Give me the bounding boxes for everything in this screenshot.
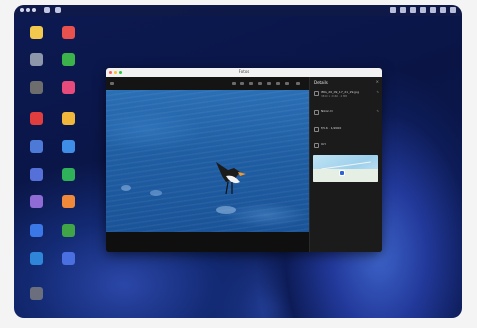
- location-map[interactable]: [313, 155, 378, 182]
- window-title: Fotos: [238, 69, 250, 74]
- status-icon[interactable]: [440, 7, 446, 13]
- desktop-app-icon[interactable]: [30, 252, 43, 265]
- desktop-app-icon[interactable]: [62, 224, 75, 237]
- desktop-app-icon[interactable]: [30, 26, 43, 39]
- location-label: Ort: [321, 142, 326, 146]
- desktop-app-icon[interactable]: [30, 140, 43, 153]
- desktop-app-icon[interactable]: [62, 112, 75, 125]
- desktop-app-icon[interactable]: [62, 81, 75, 94]
- edit-camera-icon[interactable]: ✎: [376, 109, 379, 113]
- bird-icon: [216, 162, 246, 195]
- map-pin-icon: [339, 170, 345, 176]
- details-panel: Details × IMG_20_09_17_21_29.jpg 3840 × …: [309, 77, 382, 252]
- status-icon[interactable]: [450, 7, 456, 13]
- status-icon[interactable]: [400, 7, 406, 13]
- status-icon[interactable]: [390, 7, 396, 13]
- window-controls: [20, 8, 36, 12]
- desktop-app-icon[interactable]: [62, 53, 75, 66]
- zoom-icon[interactable]: [249, 82, 253, 85]
- desktop-app-icon[interactable]: [62, 26, 75, 39]
- viewer-toolbar: [106, 77, 309, 90]
- menu-bar: [14, 5, 462, 16]
- map-land: [313, 169, 378, 182]
- camera-model: Nikon D: [321, 109, 333, 113]
- status-icon[interactable]: [430, 7, 436, 13]
- favorite-icon[interactable]: [267, 82, 271, 85]
- camera-icon: [314, 110, 319, 115]
- back-icon[interactable]: [110, 82, 114, 85]
- desktop-app-icon[interactable]: [62, 252, 75, 265]
- close-icon[interactable]: ×: [376, 79, 379, 84]
- desktop-app-icon[interactable]: [62, 140, 75, 153]
- image-icon: [314, 91, 319, 96]
- file-meta: 3840 × 2160 · 4 MB: [321, 95, 347, 98]
- desktop-screen: Fotos Details × IMG_20_09_17_21_29.jpg 3…: [14, 5, 462, 318]
- desktop-app-icon[interactable]: [30, 195, 43, 208]
- desktop-app-icon[interactable]: [62, 168, 75, 181]
- menu-icon[interactable]: [44, 7, 50, 13]
- edit-name-icon[interactable]: ✎: [376, 90, 379, 94]
- photo-content: [121, 162, 246, 214]
- desktop-app-icon[interactable]: [30, 287, 43, 300]
- menu-icon[interactable]: [55, 7, 61, 13]
- rotate-icon[interactable]: [258, 82, 262, 85]
- edit-icon[interactable]: [276, 82, 280, 85]
- photo-viewer-window: Fotos Details × IMG_20_09_17_21_29.jpg 3…: [106, 68, 382, 252]
- photo-canvas[interactable]: [106, 90, 309, 232]
- status-icons[interactable]: [390, 7, 456, 13]
- more-icon[interactable]: [296, 82, 300, 85]
- info-icon[interactable]: [285, 82, 289, 85]
- desktop-app-icon[interactable]: [30, 168, 43, 181]
- desktop-app-icon[interactable]: [30, 53, 43, 66]
- lens-icon: [314, 127, 319, 132]
- next-icon[interactable]: [240, 82, 244, 85]
- desktop-app-icon[interactable]: [30, 112, 43, 125]
- viewer-bottom-bar: [106, 232, 309, 252]
- desktop-app-icon[interactable]: [30, 224, 43, 237]
- exposure-info: f/5.6 · 1/2000: [321, 126, 342, 130]
- file-name: IMG_20_09_17_21_29.jpg: [321, 90, 359, 94]
- menu-icons[interactable]: [44, 7, 61, 13]
- details-title: Details: [314, 80, 328, 85]
- prev-icon[interactable]: [232, 82, 236, 85]
- status-icon[interactable]: [410, 7, 416, 13]
- location-icon: [314, 143, 319, 148]
- window-titlebar: Fotos: [106, 68, 382, 77]
- status-icon[interactable]: [420, 7, 426, 13]
- desktop-app-icon[interactable]: [62, 195, 75, 208]
- desktop-app-icon[interactable]: [30, 81, 43, 94]
- photo-frame: Fotos Details × IMG_20_09_17_21_29.jpg 3…: [0, 0, 477, 328]
